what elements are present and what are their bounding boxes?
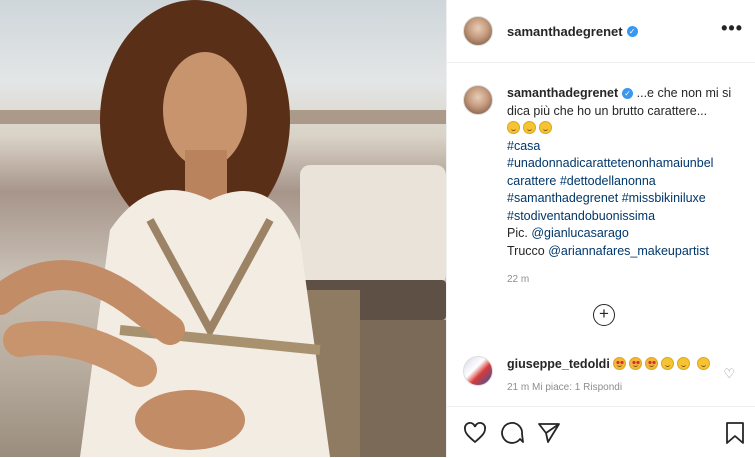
grinning-emoji-icon [507,121,520,134]
caption: samanthadegrenet ✓ ...e che non mi si dic… [447,63,755,260]
bookmark-icon[interactable] [723,421,747,445]
hashtag-link[interactable]: #dettodellanonna [560,174,656,188]
comment-username[interactable]: giuseppe_tedoldi [507,357,610,371]
post-username[interactable]: samanthadegrenet [507,24,623,39]
comments-area: samanthadegrenet ✓ ...e che non mi si dic… [447,63,755,399]
makeup-credit-link[interactable]: @ariannafares_makeupartist [548,244,709,258]
comment-text: giuseppe_tedoldi 21 m Mi piace: 1 Rispon… [507,356,717,396]
caption-username[interactable]: samanthadegrenet [507,86,618,100]
action-bar [447,406,755,458]
post-photo[interactable] [0,0,446,457]
hashtag[interactable]: #stodiventandobuonissima [507,208,737,226]
hashtag: #samanthadegrenet #missbikiniluxe [507,190,737,208]
grinning-emoji-icon [677,357,691,370]
verified-badge-icon: ✓ [626,25,638,37]
hashtag: #unadonnadicarattetenonhamaiunbel caratt… [507,155,737,190]
heart-eyes-emoji-icon [613,357,627,370]
caption-timestamp: 22 m [507,274,530,285]
comment-item: giuseppe_tedoldi 21 m Mi piace: 1 Rispon… [463,356,745,396]
caption-text: samanthadegrenet ✓ ...e che non mi si dic… [507,85,737,260]
hashtag-link[interactable]: #missbikiniluxe [622,191,706,205]
grinning-emoji-icon [696,357,710,370]
pic-credit-link[interactable]: @gianlucasarago [531,226,628,240]
comment-avatar[interactable] [463,356,493,386]
load-more-comments-icon[interactable]: + [593,304,615,326]
hashtag-link[interactable]: #samanthadegrenet [507,191,618,205]
hashtag[interactable]: #casa [507,138,737,156]
post-panel: samanthadegrenet ✓ ••• samanthadegrenet ✓… [446,0,755,457]
more-options-icon[interactable]: ••• [721,18,743,39]
trucco-label: Trucco [507,243,545,258]
grinning-emoji-icon [661,357,675,370]
post-header: samanthadegrenet ✓ ••• [447,0,755,63]
caption-avatar[interactable] [463,85,493,115]
heart-eyes-emoji-icon [645,357,659,370]
heart-eyes-emoji-icon [629,357,643,370]
grinning-emoji-icon [523,121,536,134]
comment-meta: 21 m Mi piace: 1 Rispondi [507,382,623,393]
comment-icon[interactable] [500,421,524,445]
pic-label: Pic. [507,226,528,240]
verified-badge-icon: ✓ [622,88,634,99]
grinning-emoji-icon [539,121,552,134]
comment-like-icon[interactable]: ♡ [723,366,735,382]
heart-icon[interactable] [463,421,487,445]
share-icon[interactable] [537,421,561,445]
avatar[interactable] [463,16,493,46]
photo-illustration [0,0,446,457]
